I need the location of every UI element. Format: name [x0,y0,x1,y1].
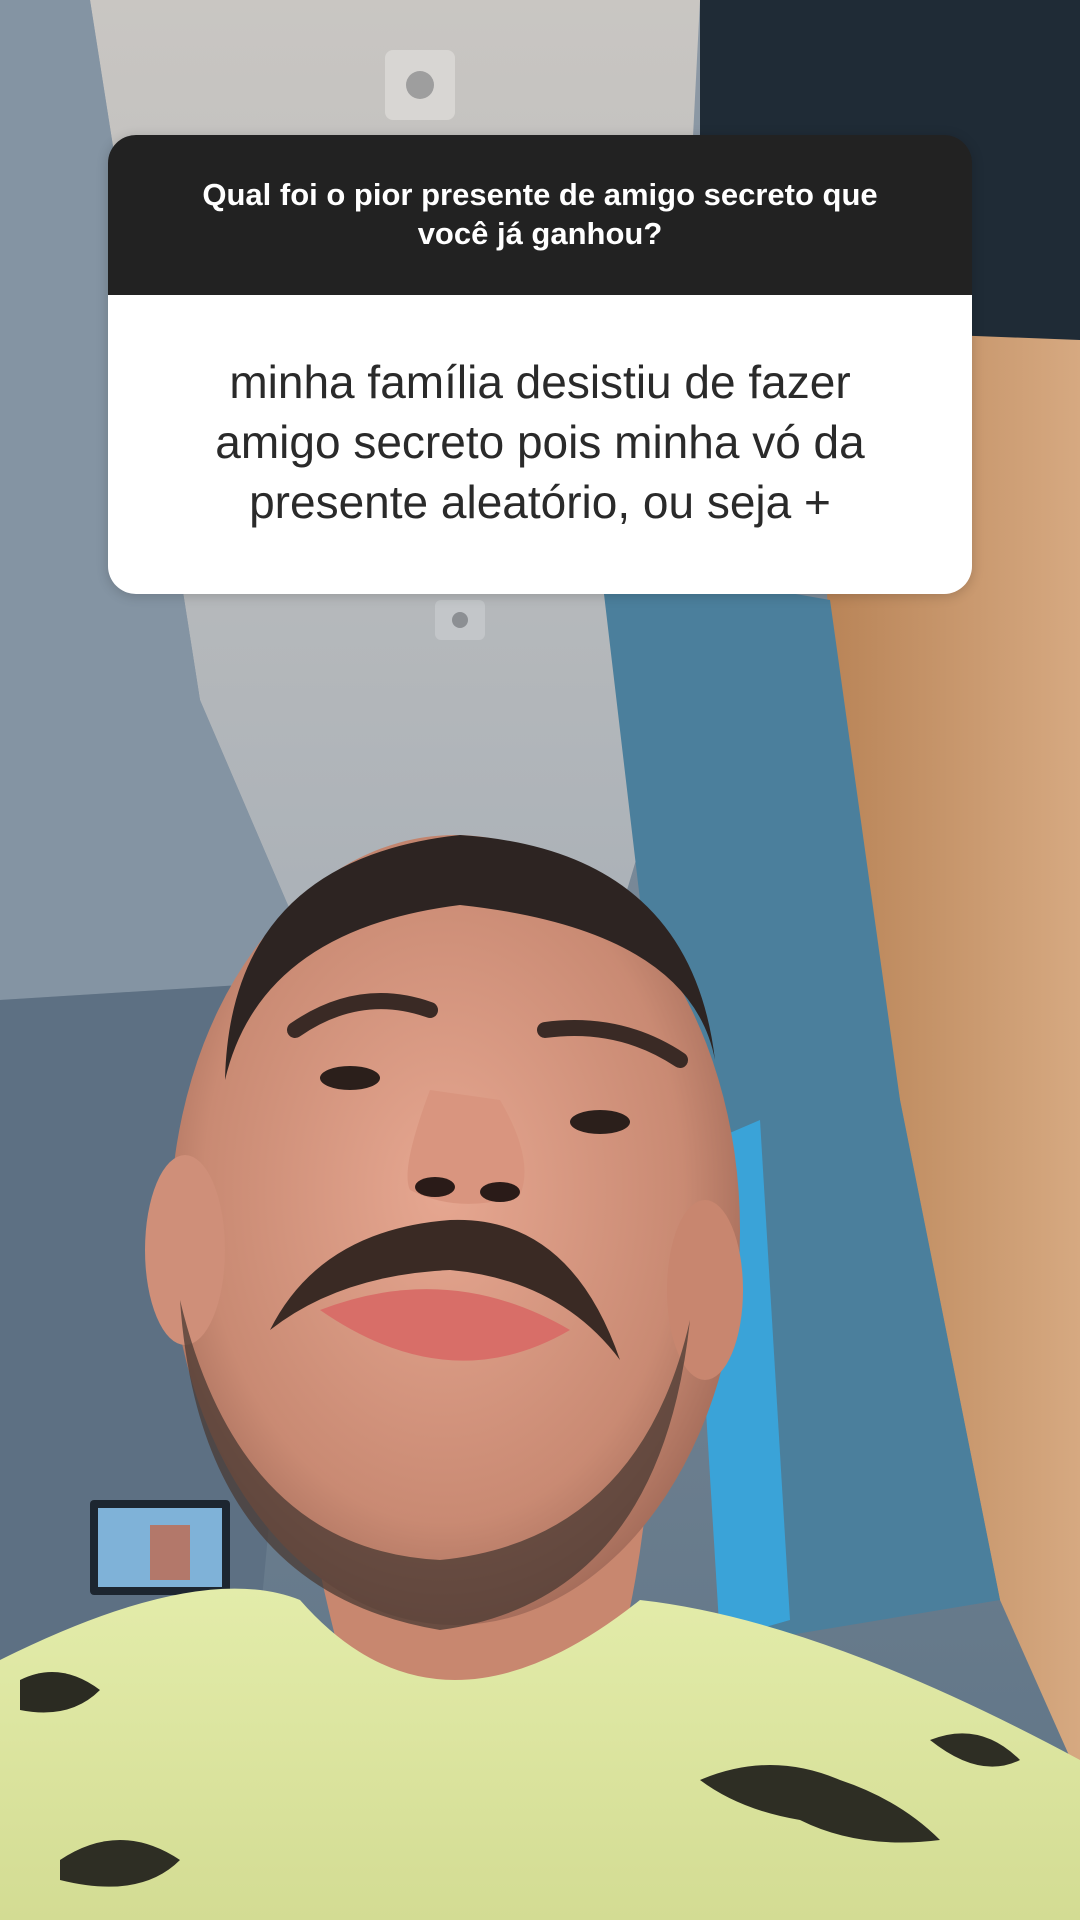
story-view[interactable]: Qual foi o pior presente de amigo secret… [0,0,1080,1920]
answer-text: minha família desistiu de fazer amigo se… [108,295,972,594]
question-sticker[interactable]: Qual foi o pior presente de amigo secret… [108,135,972,594]
question-text: Qual foi o pior presente de amigo secret… [108,135,972,295]
